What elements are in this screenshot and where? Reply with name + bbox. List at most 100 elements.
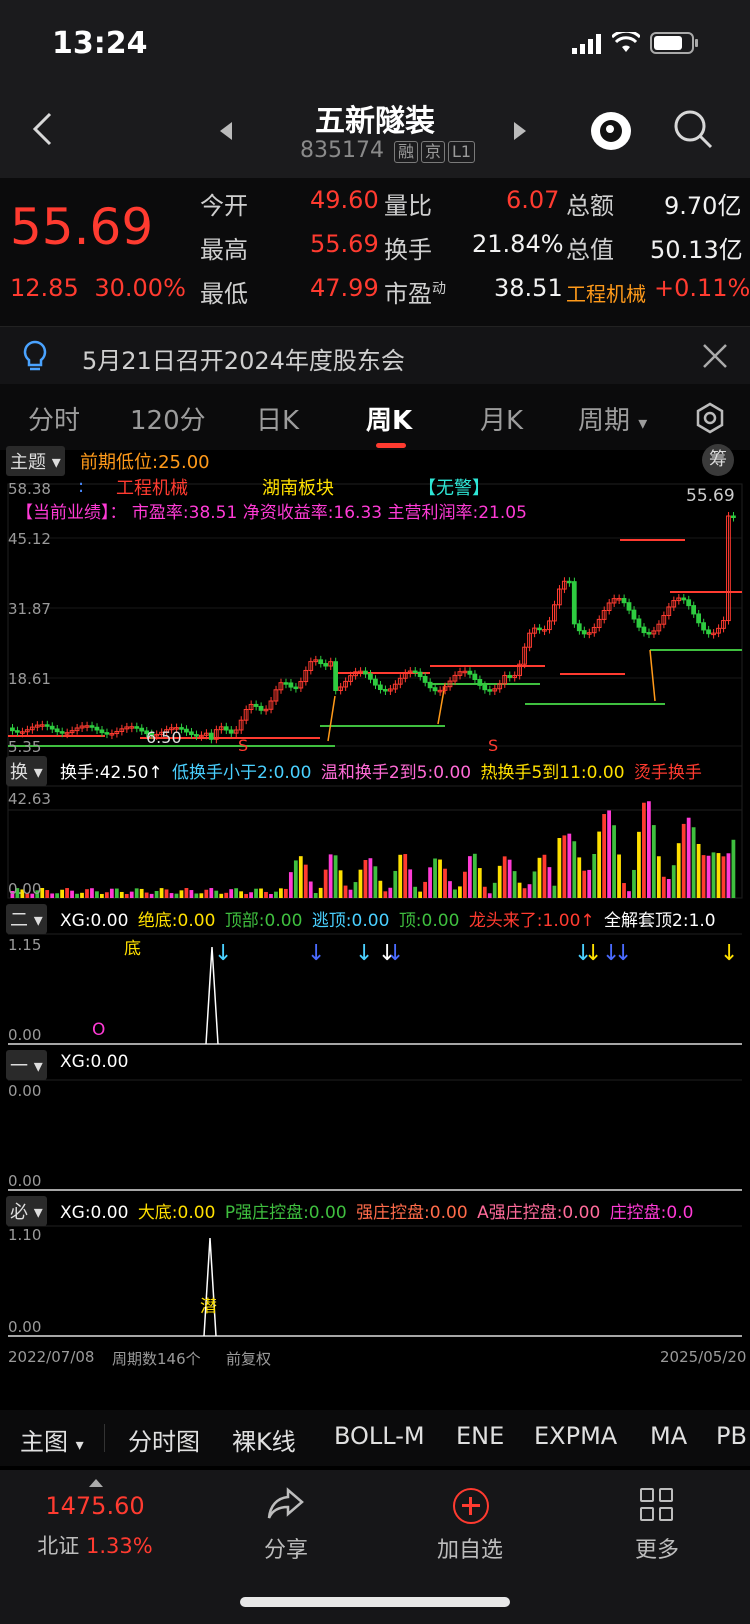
turnover-bar [418,891,423,898]
turnover-bar [512,871,517,898]
tool-ene[interactable]: ENE [456,1422,504,1450]
candle-body [477,679,483,686]
previous-low: 前期低位:25.00 [80,452,210,473]
tab-intraday[interactable]: 分时 [28,400,80,437]
quote-panel: 55.69 12.85 30.00% 今开 49.60 量比 6.07 总额 9… [0,178,750,326]
turnover-bar [318,887,323,898]
turnover-bar [517,882,522,898]
turnover-bar [114,888,119,898]
tool-naked-k[interactable]: 裸K线 [232,1422,296,1457]
turnover-bar [199,893,204,898]
turnover-bar [597,831,602,898]
low-mark: 6.50 [146,728,182,747]
prev-stock-icon[interactable] [218,120,234,142]
next-stock-icon[interactable] [512,120,528,142]
turnover-bar [547,867,552,898]
chart-area[interactable]: ↓ ↓ ↓ ↓ ↓ ↓ ↓ ↓ ↓ ↓ 主题 ▾ 前期低位:25.00 筹 58… [0,444,750,1406]
turnover-bar [219,893,224,898]
turnover-bar [651,825,656,898]
candle-body [422,676,428,683]
turnover-bar [308,881,313,898]
turnover-button[interactable]: 换 ▾ [6,756,47,786]
turnover-bar [159,888,164,898]
ind1-legend: XG:0.00 [60,1052,129,1072]
candlesticks [10,512,736,744]
turnover-bar [646,801,651,898]
chip-button[interactable]: 筹 [702,444,734,476]
candle-body [288,682,294,688]
add-watchlist-button[interactable]: 加自选 [410,1532,530,1564]
tab-120min[interactable]: 120分 [130,400,206,437]
close-icon[interactable] [702,343,728,369]
tab-monthly-k[interactable]: 月K [480,400,523,437]
tool-pb[interactable]: PB [716,1422,747,1450]
tool-expma[interactable]: EXPMA [534,1422,617,1450]
share-button[interactable]: 分享 [226,1532,346,1564]
candle-body [681,597,687,601]
y-tick-0: 58.38 [8,480,51,498]
turnover-bar [90,888,94,898]
last-price-label: 55.69 [686,486,735,506]
turnover-bar [174,893,179,898]
label-low: 最低 [200,280,248,308]
signal-icon [572,34,606,54]
mascot-icon[interactable] [590,106,632,150]
turnover-bar [149,893,154,898]
ind3-button[interactable]: 必 ▾ [6,1196,47,1226]
turnover-bar [681,823,686,898]
ind2-button[interactable]: 二 ▾ [6,904,47,934]
tag-exchange: 京 [421,141,446,163]
tool-ma[interactable]: MA [650,1422,687,1450]
turnover-bar [388,887,393,898]
candle-body [54,728,60,733]
turnover-bar [279,888,283,898]
candle-body [646,632,652,635]
tab-period[interactable]: 周期 ▾ [578,400,647,437]
candle-body [208,732,214,740]
search-icon[interactable] [672,108,714,150]
active-tab-indicator [376,443,406,448]
tool-intraday-chart[interactable]: 分时图 [128,1422,200,1457]
candle-body [10,727,15,732]
turnover-bar [706,855,711,898]
sell-mark-1: S [238,736,249,755]
tool-boll-m[interactable]: BOLL-M [334,1422,425,1450]
notice-bar[interactable]: 5月21日召开2024年度股东会 [0,326,750,384]
settings-icon[interactable] [694,402,726,434]
theme-button[interactable]: 主题 ▾ [6,446,65,476]
turnover-bar [378,880,383,898]
turnover-bar [264,891,268,898]
more-button[interactable]: 更多 [597,1532,717,1564]
value-volume-ratio: 6.07 [506,186,560,214]
ind1-button[interactable]: 一 ▾ [6,1050,47,1080]
value-turnover-amount: 9.70亿 [664,192,742,220]
turnover-bar [731,839,736,898]
sell-mark-2: S [488,736,499,755]
turnover-bar [686,817,691,898]
ind2-arrows: ↓ ↓ ↓ ↓ ↓ ↓ ↓ ↓ ↓ ↓ [214,941,738,966]
candle-body [89,725,95,728]
turnover-bar [632,869,636,898]
turnover-bar [627,891,631,898]
svg-text:↓: ↓ [214,941,232,966]
index-info[interactable]: 北证 1.33% [0,1530,190,1560]
chart-canvas[interactable]: ↓ ↓ ↓ ↓ ↓ ↓ ↓ ↓ ↓ ↓ [0,456,750,1406]
turnover-bar [333,855,338,898]
candle-body [318,659,324,665]
tab-daily-k[interactable]: 日K [256,400,299,437]
turnover-bar [582,870,587,898]
caret-up-icon [89,1479,103,1487]
turnover-bar [527,884,532,898]
index-value[interactable]: 1475.60 [0,1492,190,1520]
turnover-bar [612,825,616,898]
tool-main-chart[interactable]: 主图 ▾ [20,1422,84,1457]
candle-body [417,671,423,678]
y-tick-3: 18.61 [8,670,51,688]
turnover-bar [75,893,79,898]
sector-name[interactable]: 工程机械 [566,278,646,307]
tab-weekly-k[interactable]: 周K [366,400,412,437]
candle-body [14,730,20,733]
stock-name: 五新隧装 [315,104,435,139]
label-pe: 市盈动 [384,280,446,308]
axis-period-count: 周期数146个 [112,1350,201,1368]
